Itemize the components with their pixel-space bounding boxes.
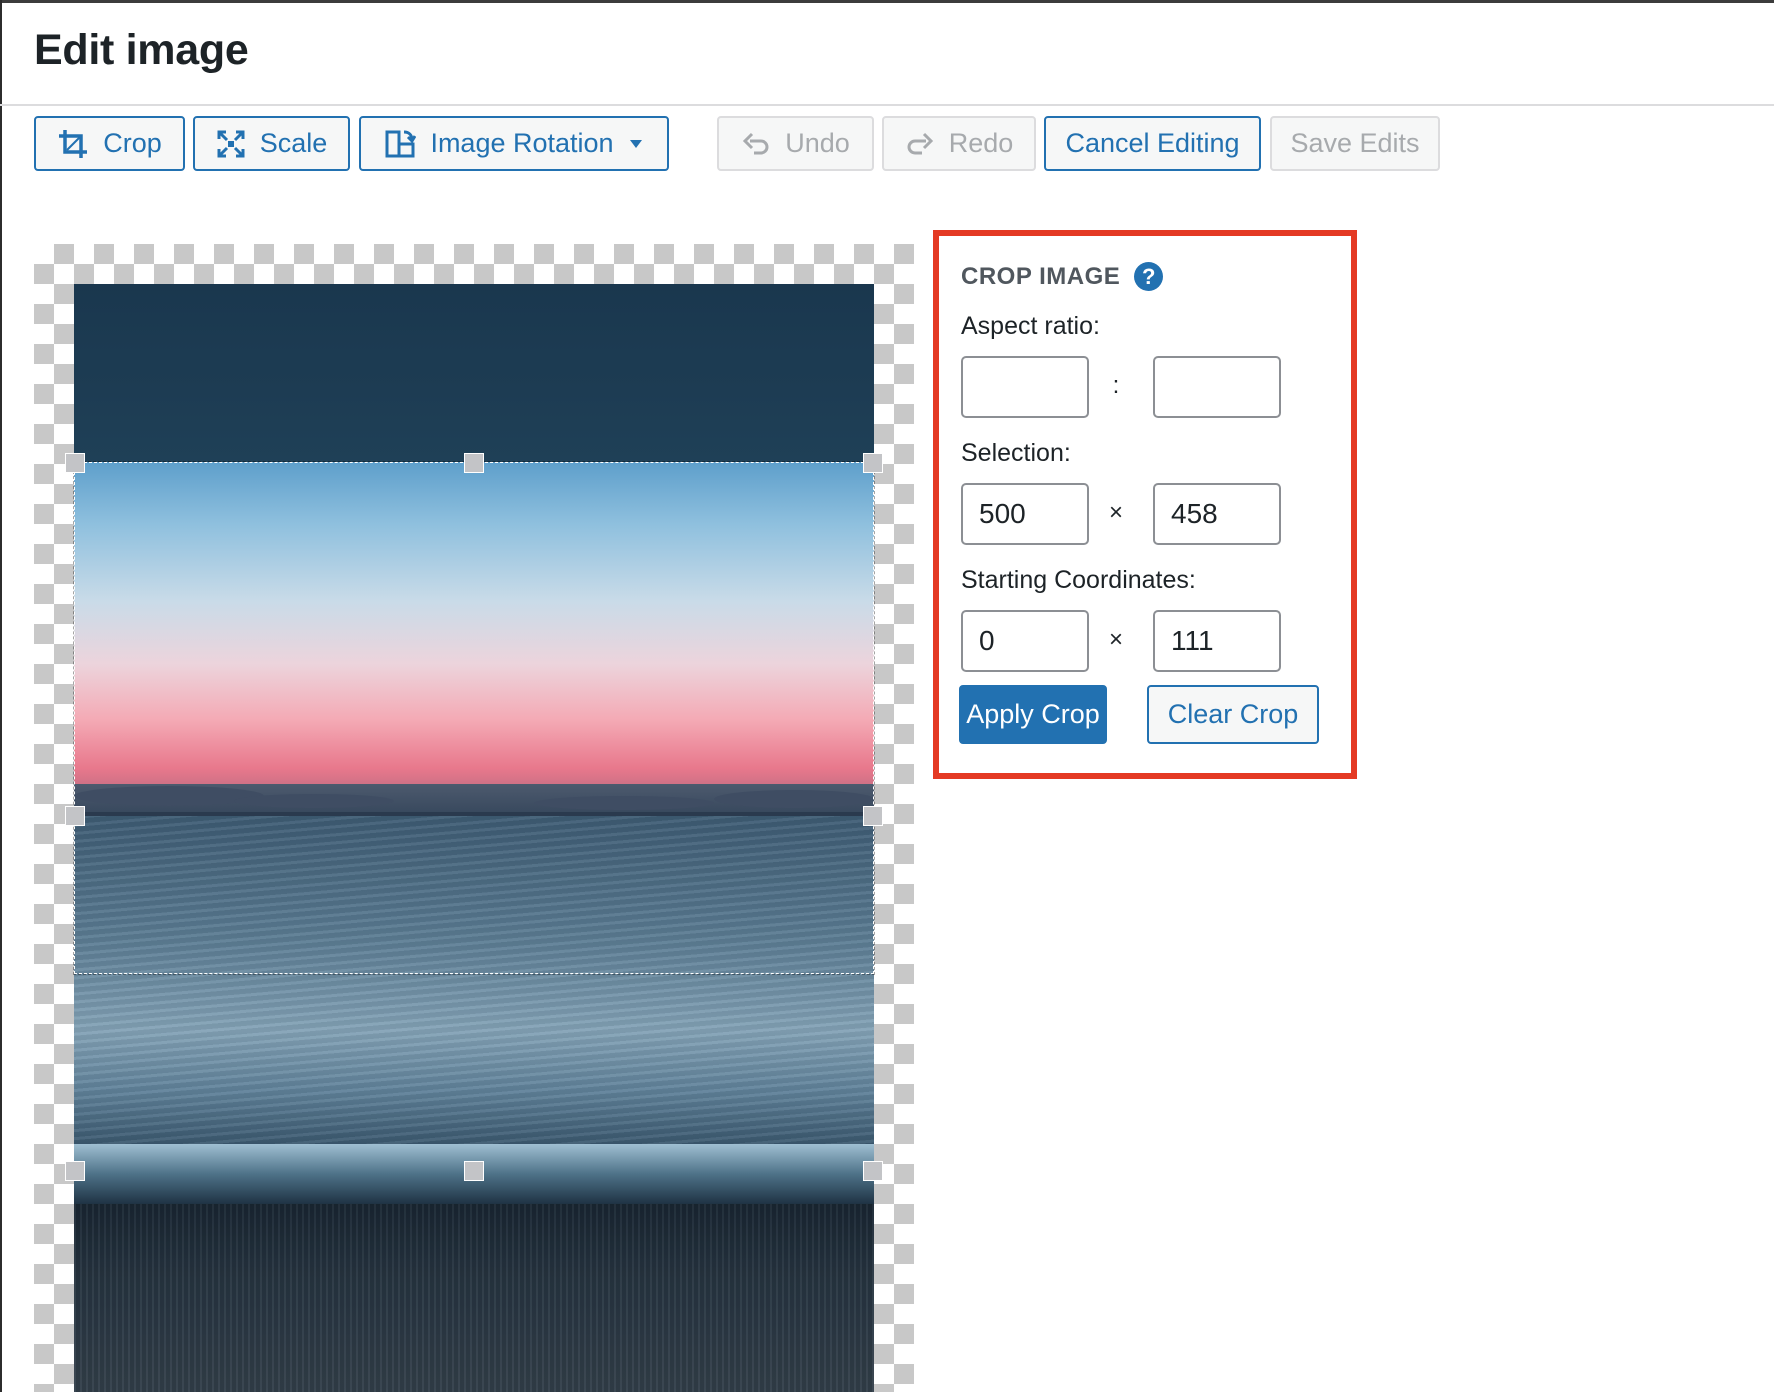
crop-handle-nw[interactable]: [65, 453, 85, 473]
scale-button[interactable]: Scale: [193, 116, 350, 171]
help-icon[interactable]: ?: [1134, 262, 1164, 291]
caret-down-icon: [628, 138, 644, 150]
crop-handle-e[interactable]: [863, 806, 883, 826]
undo-icon: [741, 129, 771, 159]
redo-button[interactable]: Redo: [882, 116, 1036, 171]
crop-icon: [57, 128, 89, 160]
coordinates-separator: ×: [1108, 626, 1123, 653]
selection-width-input[interactable]: [961, 483, 1089, 545]
crop-handle-se[interactable]: [863, 1161, 883, 1181]
header-divider: [0, 104, 1774, 106]
crop-panel-title: CROP IMAGE: [961, 262, 1121, 290]
redo-icon: [905, 129, 935, 159]
aspect-ratio-label: Aspect ratio:: [961, 312, 1100, 340]
window-left-edge: [0, 0, 2, 1392]
image-rotation-label: Image Rotation: [430, 128, 614, 158]
crop-button[interactable]: Crop: [34, 116, 185, 171]
starting-coordinates-label: Starting Coordinates:: [961, 566, 1196, 594]
selection-label: Selection:: [961, 439, 1071, 467]
crop-mask-top: [74, 284, 874, 462]
window-top-edge: [0, 0, 1774, 3]
scale-button-label: Scale: [259, 128, 328, 158]
crop-mask-bottom: [74, 1204, 874, 1392]
clear-crop-button[interactable]: Clear Crop: [1147, 685, 1319, 744]
rotate-icon: [384, 128, 417, 160]
scale-icon: [216, 129, 246, 159]
apply-crop-button[interactable]: Apply Crop: [959, 685, 1107, 744]
crop-handle-w[interactable]: [65, 806, 85, 826]
crop-handle-n[interactable]: [464, 453, 484, 473]
crop-selection[interactable]: [73, 461, 875, 975]
cancel-editing-button[interactable]: Cancel Editing: [1044, 116, 1261, 171]
redo-label: Redo: [948, 128, 1014, 158]
selection-height-input[interactable]: [1153, 483, 1281, 545]
aspect-ratio-width-input[interactable]: [961, 356, 1089, 418]
image-rotation-button[interactable]: Image Rotation: [359, 116, 669, 171]
crop-panel-header: CROP IMAGE ?: [961, 262, 1164, 291]
crop-button-label: Crop: [103, 128, 162, 158]
selection-separator: ×: [1108, 499, 1123, 526]
save-edits-button[interactable]: Save Edits: [1270, 116, 1440, 171]
undo-label: Undo: [785, 128, 850, 158]
crop-handle-sw[interactable]: [65, 1161, 85, 1181]
undo-button[interactable]: Undo: [717, 116, 874, 171]
crop-image-panel: CROP IMAGE ? Aspect ratio: : Selection: …: [933, 230, 1357, 779]
crop-handle-s[interactable]: [464, 1161, 484, 1181]
page-title: Edit image: [34, 26, 249, 74]
start-y-input[interactable]: [1153, 610, 1281, 672]
start-x-input[interactable]: [961, 610, 1089, 672]
aspect-ratio-separator: :: [1112, 372, 1120, 399]
image-stage: [34, 244, 914, 1392]
crop-handle-ne[interactable]: [863, 453, 883, 473]
aspect-ratio-height-input[interactable]: [1153, 356, 1281, 418]
